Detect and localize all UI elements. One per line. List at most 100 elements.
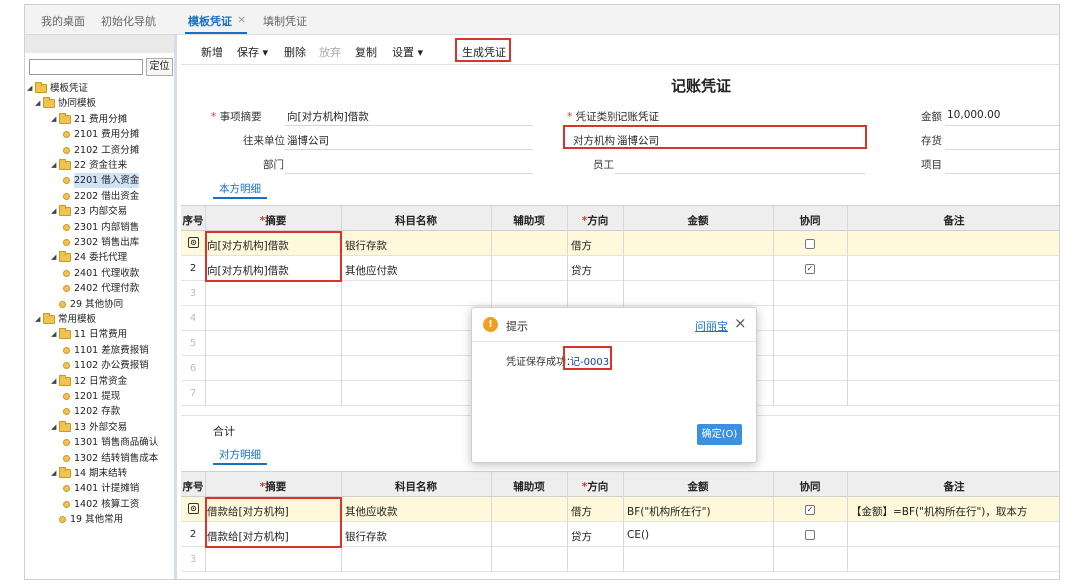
column-header-subject[interactable]: 科目名称 [341, 479, 491, 494]
column-header-summary[interactable]: *摘要 [205, 479, 341, 494]
tree-item[interactable]: ◢ 协同模板 [35, 96, 96, 111]
amount-field[interactable]: 10,000.00 [947, 109, 1000, 121]
column-header-summary[interactable]: *摘要 [205, 213, 341, 228]
discard-button[interactable]: 放弃 [319, 44, 341, 60]
tab-close-icon[interactable]: × [237, 13, 246, 26]
expand-arrow-icon[interactable]: ◢ [35, 312, 43, 327]
tree-item[interactable]: 2101 费用分摊 [63, 127, 139, 142]
expand-arrow-icon[interactable]: ◢ [51, 250, 59, 265]
tree-item[interactable]: ◢ 13 外部交易 [51, 420, 127, 435]
cell-note[interactable]: 【金额】=BF("机构所在行")，取本方 [851, 504, 1027, 519]
tab-init-nav[interactable]: 初始化导航 [101, 13, 156, 29]
tree-item[interactable]: ◢ 11 日常费用 [51, 327, 127, 342]
sync-checkbox[interactable] [805, 530, 815, 540]
tree-item[interactable]: ◢ 23 内部交易 [51, 204, 127, 219]
summary-field[interactable]: 向[对方机构]借款 [287, 109, 369, 124]
expand-arrow-icon[interactable]: ◢ [51, 374, 59, 389]
tree-item[interactable]: 19 其他常用 [59, 512, 123, 527]
tree-item[interactable]: 2402 代理付款 [63, 281, 139, 296]
tree-item[interactable]: 2301 内部销售 [63, 220, 139, 235]
tab-our-detail[interactable]: 本方明细 [219, 181, 261, 196]
save-button[interactable]: 保存 ▾ [237, 44, 268, 60]
new-button[interactable]: 新增 [201, 44, 223, 60]
expand-arrow-icon[interactable]: ◢ [51, 420, 59, 435]
tree-item[interactable]: 1102 办公费报销 [63, 358, 149, 373]
cell-amount[interactable]: BF("机构所在行") [627, 504, 711, 519]
column-header-sync[interactable]: 协同 [773, 213, 847, 228]
row-edit-icon[interactable]: ⊙ [188, 503, 199, 514]
tree-item[interactable]: 1101 差旅费报销 [63, 343, 149, 358]
cell-subject[interactable]: 银行存款 [345, 529, 387, 544]
tree-item[interactable]: 2202 借出资金 [63, 189, 139, 204]
folder-icon [43, 97, 55, 109]
tree-item[interactable]: 1202 存款 [63, 404, 120, 419]
locate-button[interactable]: 定位 [146, 58, 173, 76]
tree-item[interactable]: 2201 借入资金 [63, 173, 140, 189]
tree-search-input[interactable] [29, 59, 143, 75]
expand-arrow-icon[interactable]: ◢ [27, 81, 35, 96]
copy-button[interactable]: 复制 [355, 44, 377, 60]
column-header-aux[interactable]: 辅助项 [491, 213, 567, 228]
cell-amount[interactable]: CE() [627, 529, 649, 541]
column-header-amount[interactable]: 金额 [623, 213, 773, 228]
column-header-seq[interactable]: 序号 [181, 213, 205, 228]
expand-arrow-icon[interactable]: ◢ [51, 204, 59, 219]
settings-button[interactable]: 设置 ▾ [392, 44, 423, 60]
cell-direction[interactable]: 贷方 [571, 263, 592, 278]
toolbar: 新增 保存 ▾ 删除 放弃 复制 设置 ▾ 生成凭证 [181, 35, 1059, 65]
tree-item[interactable]: ◢ 模板凭证 [27, 81, 88, 96]
tree-item[interactable]: 29 其他协同 [59, 297, 123, 312]
close-icon[interactable]: × [734, 314, 747, 332]
category-field[interactable]: 记账凭证 [617, 109, 659, 124]
tree-item[interactable]: ◢ 12 日常资金 [51, 374, 127, 389]
expand-arrow-icon[interactable]: ◢ [51, 158, 59, 173]
expand-arrow-icon[interactable]: ◢ [51, 466, 59, 481]
tree-item[interactable]: 1201 提现 [63, 389, 120, 404]
tab-their-detail[interactable]: 对方明细 [219, 447, 261, 462]
cell-subject[interactable]: 银行存款 [345, 238, 387, 253]
ok-button[interactable]: 确定(O) [697, 424, 742, 445]
column-header-note[interactable]: 备注 [847, 479, 1059, 494]
cell-subject[interactable]: 其他应付款 [345, 263, 398, 278]
table-row[interactable] [181, 547, 1059, 572]
tree-item[interactable]: ◢ 22 资金往来 [51, 158, 127, 173]
tree-item[interactable]: 1401 计提摊销 [63, 481, 139, 496]
cell-direction[interactable]: 借方 [571, 238, 592, 253]
partner-field[interactable]: 淄博公司 [287, 133, 329, 148]
sync-checkbox[interactable]: ✓ [805, 505, 815, 515]
cell-subject[interactable]: 其他应收款 [345, 504, 398, 519]
tree-item[interactable]: 1302 结转销售成本 [63, 451, 158, 466]
table-row[interactable] [181, 281, 1059, 306]
sync-checkbox[interactable] [805, 239, 815, 249]
delete-button[interactable]: 删除 [284, 44, 306, 60]
tree-item[interactable]: 2401 代理收款 [63, 266, 139, 281]
expand-arrow-icon[interactable]: ◢ [51, 112, 59, 127]
total-label: 合计 [213, 425, 235, 438]
sync-checkbox[interactable]: ✓ [805, 264, 815, 274]
column-header-note[interactable]: 备注 [847, 213, 1059, 228]
expand-arrow-icon[interactable]: ◢ [51, 327, 59, 342]
column-header-subject[interactable]: 科目名称 [341, 213, 491, 228]
cell-direction[interactable]: 借方 [571, 504, 592, 519]
column-header-amount[interactable]: 金额 [623, 479, 773, 494]
tree-item[interactable]: 2302 销售出库 [63, 235, 139, 250]
tree-item[interactable]: ◢ 常用模板 [35, 312, 96, 327]
cell-direction[interactable]: 贷方 [571, 529, 592, 544]
tree-item[interactable]: 2102 工资分摊 [63, 143, 139, 158]
column-header-seq[interactable]: 序号 [181, 479, 205, 494]
column-header-aux[interactable]: 辅助项 [491, 479, 567, 494]
tab-fill-voucher[interactable]: 填制凭证 [263, 13, 307, 29]
column-header-direction[interactable]: *方向 [567, 213, 623, 228]
expand-arrow-icon[interactable]: ◢ [35, 96, 43, 111]
tree-item[interactable]: 1301 销售商品确认 [63, 435, 158, 450]
tree-item[interactable]: ◢ 21 费用分摊 [51, 112, 127, 127]
tab-template-voucher[interactable]: 模板凭证 [188, 13, 232, 29]
tree-item[interactable]: ◢ 14 期末结转 [51, 466, 127, 481]
tree-item[interactable]: 1402 核算工资 [63, 497, 139, 512]
row-edit-icon[interactable]: ⊙ [188, 237, 199, 248]
column-header-direction[interactable]: *方向 [567, 479, 623, 494]
help-link[interactable]: 问丽宝 [695, 318, 728, 334]
tree-item[interactable]: ◢ 24 委托代理 [51, 250, 127, 265]
tab-home[interactable]: 我的桌面 [41, 13, 85, 29]
column-header-sync[interactable]: 协同 [773, 479, 847, 494]
